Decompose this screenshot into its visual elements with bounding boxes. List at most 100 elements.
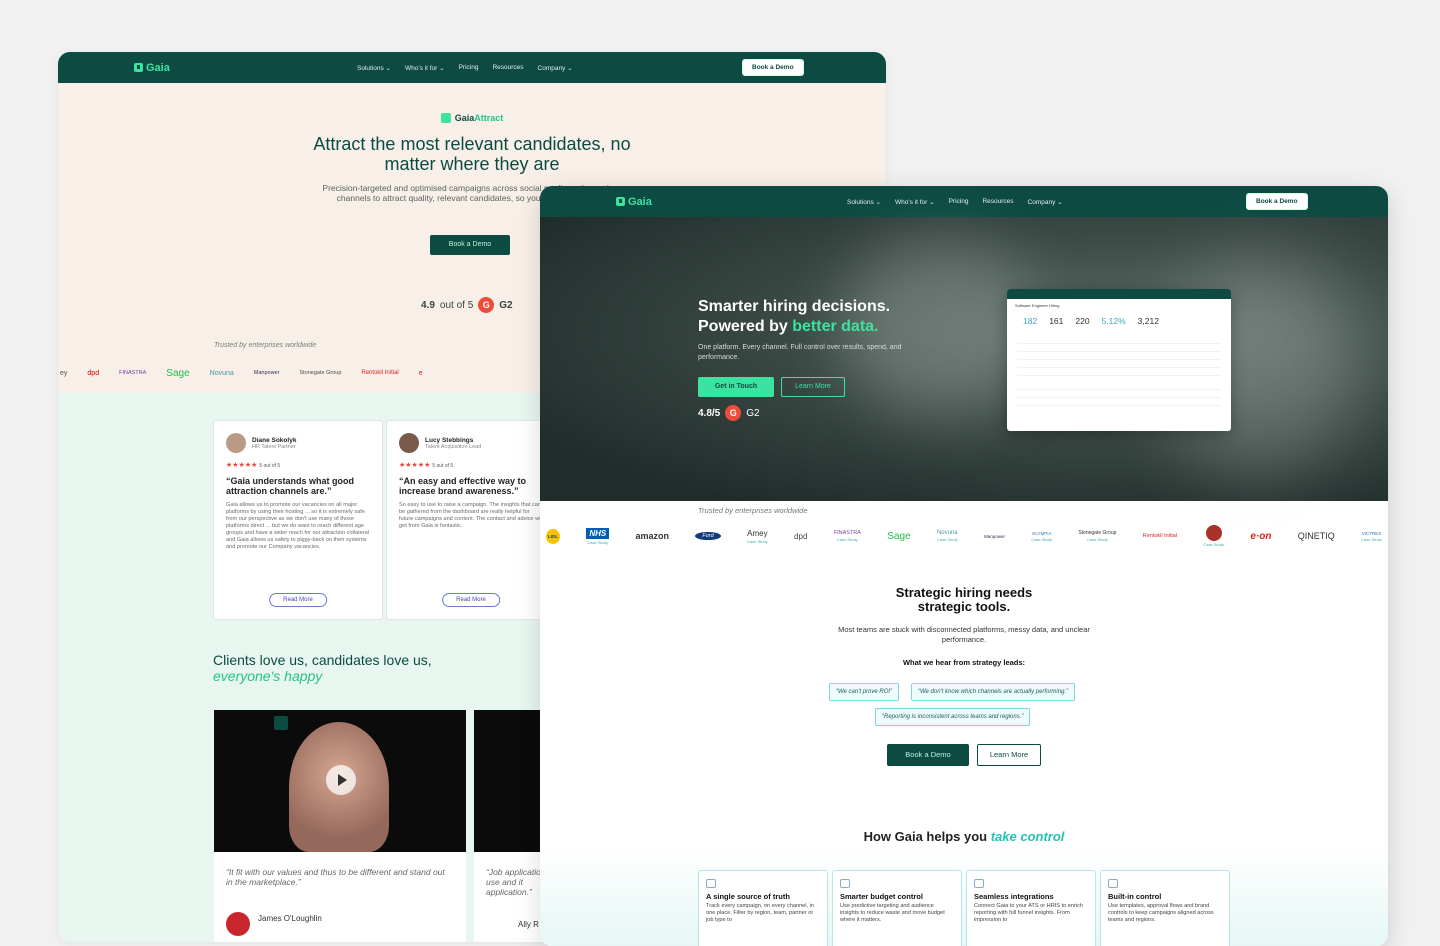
front-navbar: Gaia Solutions ⌄ Who's it for ⌄ Pricing … — [540, 186, 1388, 217]
nav-pricing[interactable]: Pricing — [949, 198, 969, 206]
nav-resources[interactable]: Resources — [492, 64, 523, 72]
quote-chip: “We don't know which channels are actual… — [911, 683, 1076, 701]
star-rating: ★★★★★ 5 out of 5 — [226, 461, 370, 469]
back-hero-book-demo-button[interactable]: Book a Demo — [430, 235, 510, 255]
back-rating: 4.9 out of 5 G G2 — [421, 297, 513, 313]
testimonial-card: Diane Sokolyk HR Talent Partner ★★★★★ 5 o… — [213, 420, 383, 620]
hero-title-line1: Smarter hiring decisions. — [698, 298, 891, 315]
case-study-tag[interactable]: Case Study — [1203, 542, 1224, 547]
rating-source: G2 — [499, 299, 513, 311]
front-book-demo-button[interactable]: Book a Demo — [1246, 193, 1308, 210]
feature-title: Smarter budget control — [840, 892, 923, 901]
logo-novuna: Novuna — [209, 369, 234, 377]
lock-icon — [1108, 879, 1118, 888]
clients-heading-line1: Clients love us, candidates love us, — [213, 652, 432, 668]
get-in-touch-button[interactable]: Get in Touch — [698, 377, 774, 397]
logo-novuna: Novuna Case Study — [937, 530, 958, 542]
feature-card: A single source of truth Track every camp… — [698, 870, 828, 946]
strategic-title-line2: strategic tools. — [917, 599, 1011, 614]
how-title-prefix: How Gaia helps you — [863, 829, 991, 844]
hero-title-accent: better data. — [792, 318, 879, 335]
logo-olympia: OLYMPIA Case Study — [1031, 531, 1052, 542]
front-nav-links: Solutions ⌄ Who's it for ⌄ Pricing Resou… — [847, 198, 1063, 206]
logo-finastra: FINASTRA — [119, 370, 147, 376]
back-hero-title: Attract the most relevant candidates, no… — [313, 134, 631, 174]
case-study-tag[interactable]: Case Study — [1087, 537, 1108, 542]
learn-more-button[interactable]: Learn More — [781, 377, 845, 397]
logo-stonegate: Stonegate Group Case Study — [1078, 530, 1116, 542]
read-more-button[interactable]: Read More — [269, 593, 327, 607]
testimonial-body: Gaia allows us to promote our vacancies … — [226, 502, 370, 550]
brand-gaia: Gaia — [454, 113, 475, 123]
logo-rentokil: Rentokil Initial — [361, 370, 399, 376]
integration-icon — [974, 879, 984, 888]
quote-chip: “Reporting is inconsistent across teams … — [875, 708, 1031, 726]
logo-sage: Sage — [166, 367, 190, 379]
strategic-paragraph: Most teams are stuck with disconnected p… — [838, 625, 1090, 644]
strategic-book-demo-button[interactable]: Book a Demo — [887, 744, 969, 766]
play-icon[interactable] — [326, 765, 356, 795]
case-study-tag[interactable]: Case Study — [587, 540, 608, 545]
front-logo-strip: LIDL NHS Case Study amazon Ford Amey Case … — [540, 521, 1388, 551]
nav-company[interactable]: Company ⌄ — [1028, 198, 1063, 206]
nav-whos-it-for[interactable]: Who's it for ⌄ — [895, 198, 935, 206]
video-person-name: Ally R — [518, 920, 539, 929]
feature-title: Seamless integrations — [974, 892, 1054, 901]
back-logo[interactable]: Gaia — [134, 62, 170, 74]
star-rating: ★★★★★ 5 out of 5 — [399, 461, 543, 469]
nav-solutions[interactable]: Solutions ⌄ — [357, 64, 391, 72]
logo-lidl: LIDL — [546, 528, 560, 544]
logo-finastra: FINASTRA Case Study — [834, 530, 861, 542]
strategic-learn-more-button[interactable]: Learn More — [977, 744, 1041, 766]
logo-dpd-text: dpd — [794, 531, 808, 541]
company-logo-icon — [226, 912, 250, 936]
logo-victrex-text: VICTREX — [1361, 530, 1382, 536]
case-study-tag[interactable]: Case Study — [747, 539, 768, 544]
front-logo-text: Gaia — [628, 195, 652, 208]
logo-amey-text: Amey — [747, 528, 768, 538]
hero-title-line2: Powered by better data. — [698, 317, 890, 337]
feature-body: Use templates, approval flows and brand … — [1108, 903, 1214, 923]
hero-subtitle: One platform. Every channel. Full contro… — [698, 344, 902, 361]
nav-resources[interactable]: Resources — [982, 198, 1013, 206]
case-study-tag[interactable]: Case Study — [1361, 537, 1382, 542]
gaia-logo-icon — [616, 197, 625, 206]
rating-suffix: out of 5 — [439, 299, 474, 311]
author-name: Diane Sokolyk — [252, 436, 297, 444]
logo-sage: Sage — [887, 531, 910, 542]
feature-title: A single source of truth — [706, 892, 790, 901]
logo-stonegate-text: Stonegate Group — [1078, 530, 1117, 536]
case-study-tag[interactable]: Case Study — [937, 537, 958, 542]
nav-solutions[interactable]: Solutions ⌄ — [847, 198, 881, 206]
case-study-tag[interactable]: Case Study — [1031, 537, 1052, 542]
avatar — [399, 433, 419, 453]
testimonial-body: So easy to use to raise a campaign. The … — [399, 502, 543, 529]
testimonial-quote: “An easy and effective way to increase b… — [399, 476, 527, 496]
logo-nhs: NHS Case Study — [586, 527, 610, 545]
logo-eon: e·on — [1250, 531, 1271, 542]
logo-dpd: dpd — [87, 369, 100, 377]
video-testimonial[interactable] — [214, 710, 466, 852]
logo-eon-text: e·on — [1250, 530, 1272, 542]
front-logo[interactable]: Gaia — [616, 196, 652, 208]
feature-title: Built-in control — [1108, 892, 1162, 901]
read-more-button[interactable]: Read More — [442, 593, 500, 607]
attract-logo-icon — [440, 113, 451, 123]
logo-eon: e — [418, 369, 423, 377]
nav-whos-it-for[interactable]: Who's it for ⌄ — [405, 64, 445, 72]
logo-amey: Amey Case Study — [747, 529, 768, 544]
nav-pricing[interactable]: Pricing — [459, 64, 479, 72]
gaia-logo-icon — [134, 63, 143, 72]
author-role: Talent Acquisition Lead — [425, 443, 482, 450]
nav-company[interactable]: Company ⌄ — [538, 64, 573, 72]
logo-nhs-text: NHS — [586, 527, 610, 539]
case-study-tag[interactable]: Case Study — [837, 537, 858, 542]
stars-icon: ★★★★★ — [399, 462, 431, 469]
chart-icon — [706, 879, 716, 888]
document-icon — [840, 879, 850, 888]
logo-qinetiq-text: QINETIQ — [1297, 531, 1335, 541]
testimonial-card: Lucy Stebbings Talent Acquisition Lead ★★… — [386, 420, 556, 620]
back-book-demo-button[interactable]: Book a Demo — [742, 59, 804, 76]
stat-value: 220 — [1075, 316, 1090, 326]
hero-rating: 4.8/5 G G2 — [698, 405, 760, 421]
